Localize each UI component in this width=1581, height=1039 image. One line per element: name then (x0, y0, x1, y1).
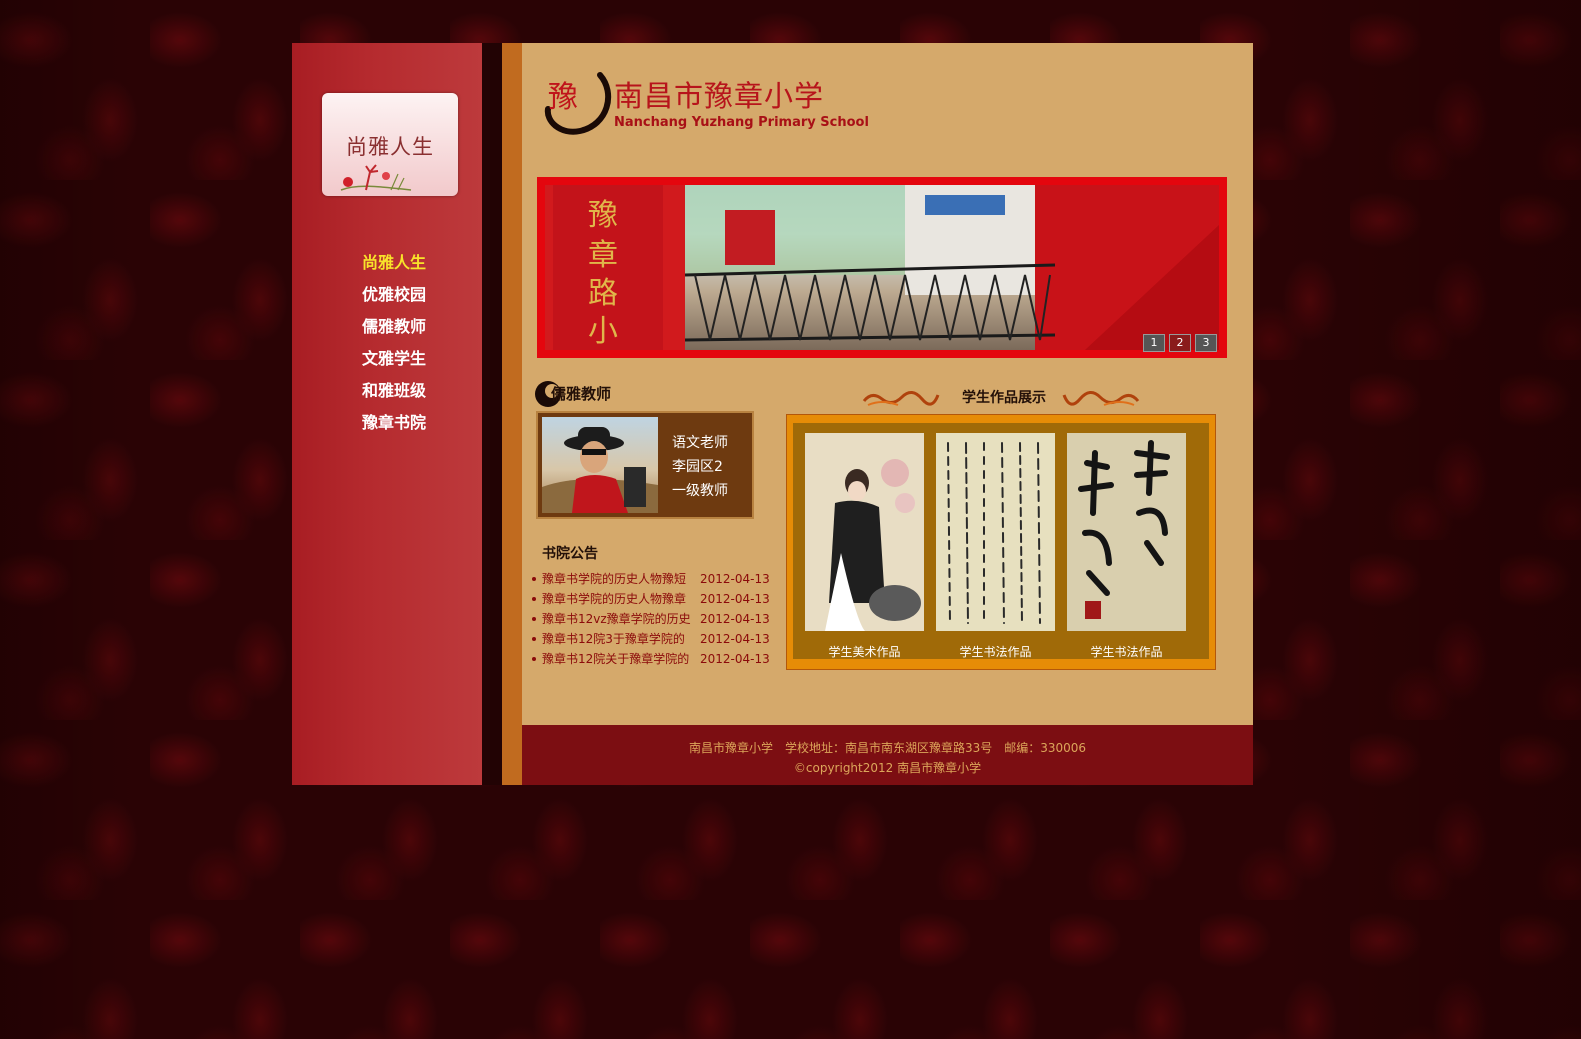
notice-date: 2012-04-13 (700, 572, 770, 586)
work-calligraphy-image (936, 433, 1055, 631)
list-item: 豫章书12院关于豫章学院的 2012-04-13 (530, 649, 770, 669)
sidebar-logo-card: 尚雅人生 (322, 93, 458, 196)
notice-link[interactable]: 豫章书学院的历史人物豫短 (542, 569, 692, 589)
nav-item-heya[interactable]: 和雅班级 (362, 381, 472, 413)
work-caption: 学生书法作品 (959, 645, 1032, 659)
work-caption: 学生美术作品 (828, 645, 901, 659)
footer-address: 南昌市豫章小学 学校地址：南昌市南东湖区豫章路33号 邮编：330006 (688, 741, 1087, 755)
nav-item-youya[interactable]: 优雅校园 (362, 285, 472, 317)
list-item: 豫章书学院的历史人物豫章 2012-04-13 (530, 589, 770, 609)
work-calligraphy-image (1067, 433, 1186, 631)
sidebar-nav: 尚雅人生 优雅校园 儒雅教师 文雅学生 和雅班级 豫章书院 (362, 253, 472, 445)
notice-link[interactable]: 豫章书12院3于豫章学院的 (542, 629, 692, 649)
svg-text:小: 小 (588, 314, 618, 349)
notice-date: 2012-04-13 (700, 592, 770, 606)
work-item[interactable]: 学生书法作品 (936, 433, 1055, 660)
teacher-info: 语文老师 李园区2 一级教师 (672, 431, 728, 503)
banner-page-3[interactable]: 3 (1195, 334, 1217, 352)
svg-text:豫: 豫 (588, 198, 618, 233)
notice-date: 2012-04-13 (700, 652, 770, 666)
list-item: 豫章书学院的历史人物豫短 2012-04-13 (530, 569, 770, 589)
sidebar-logo-label: 尚雅人生 (346, 135, 434, 159)
banner-slideshow[interactable]: 豫 章 路 小 1 2 3 (537, 177, 1227, 358)
banner-page-1[interactable]: 1 (1143, 334, 1165, 352)
footer-copyright: ©copyright2012 南昌市豫章小学 (793, 761, 982, 775)
work-item[interactable]: 学生书法作品 (1067, 433, 1186, 660)
sidebar-divider (482, 43, 502, 785)
works-gallery: 学生美术作品 学生书法作品 学生书法作品 (786, 414, 1216, 670)
works-section-title: 学生作品展示 (962, 390, 1046, 406)
teacher-section-title: 儒雅教师 (551, 385, 612, 403)
list-item: 豫章书12院3于豫章学院的 2012-04-13 (530, 629, 770, 649)
work-item[interactable]: 学生美术作品 (805, 433, 924, 660)
page-container: 尚雅人生 尚雅人生 优雅校园 儒雅教师 文雅学生 和雅班级 豫章书院 豫 南昌市… (292, 43, 1253, 785)
svg-text:路: 路 (588, 276, 618, 311)
notice-section-title: 书院公告 (542, 546, 598, 562)
works-gallery-inner: 学生美术作品 学生书法作品 学生书法作品 (793, 423, 1209, 659)
banner-page-2[interactable]: 2 (1169, 334, 1191, 352)
footer: 南昌市豫章小学 学校地址：南昌市南东湖区豫章路33号 邮编：330006 ©co… (522, 725, 1253, 785)
scroll-ornament-right-icon (1062, 391, 1140, 406)
list-item: 豫章书12vz豫章学院的历史 2012-04-13 (530, 609, 770, 629)
teacher-card[interactable]: 语文老师 李园区2 一级教师 (536, 411, 754, 519)
nav-item-ruya[interactable]: 儒雅教师 (362, 317, 472, 349)
banner-pagination: 1 2 3 (1143, 334, 1217, 352)
sidebar: 尚雅人生 尚雅人生 优雅校园 儒雅教师 文雅学生 和雅班级 豫章书院 (292, 43, 482, 785)
teacher-photo (542, 417, 658, 513)
teacher-subject: 语文老师 (672, 435, 728, 451)
scroll-ornament-left-icon (862, 391, 940, 406)
svg-text:章: 章 (588, 238, 618, 273)
nav-item-yuzhang[interactable]: 豫章书院 (362, 413, 472, 445)
notice-date: 2012-04-13 (700, 632, 770, 646)
notice-list: 豫章书学院的历史人物豫短 2012-04-13 豫章书学院的历史人物豫章 2012-… (530, 569, 770, 669)
main-edge-strip (502, 43, 522, 785)
nav-item-wenya[interactable]: 文雅学生 (362, 349, 472, 381)
work-caption: 学生书法作品 (1090, 645, 1163, 659)
school-logo-icon: 豫 (544, 72, 612, 135)
teacher-rank: 一级教师 (672, 483, 728, 499)
school-name-cn: 南昌市豫章小学 (614, 79, 825, 113)
nav-item-shangya[interactable]: 尚雅人生 (362, 253, 472, 285)
banner-image: 豫 章 路 小 (545, 185, 1219, 350)
notice-link[interactable]: 豫章书12院关于豫章学院的 (542, 649, 692, 669)
work-painting-image (805, 433, 924, 631)
svg-text:豫: 豫 (548, 80, 578, 115)
notice-link[interactable]: 豫章书学院的历史人物豫章 (542, 589, 692, 609)
notice-link[interactable]: 豫章书12vz豫章学院的历史 (542, 609, 692, 629)
notice-date: 2012-04-13 (700, 612, 770, 626)
flower-icon (340, 164, 412, 191)
school-name-en: Nanchang Yuzhang Primary School (614, 115, 869, 130)
teacher-name: 李园区2 (672, 459, 723, 475)
main-content: 豫 南昌市豫章小学 Nanchang Yuzhang Primary Schoo… (502, 43, 1253, 785)
